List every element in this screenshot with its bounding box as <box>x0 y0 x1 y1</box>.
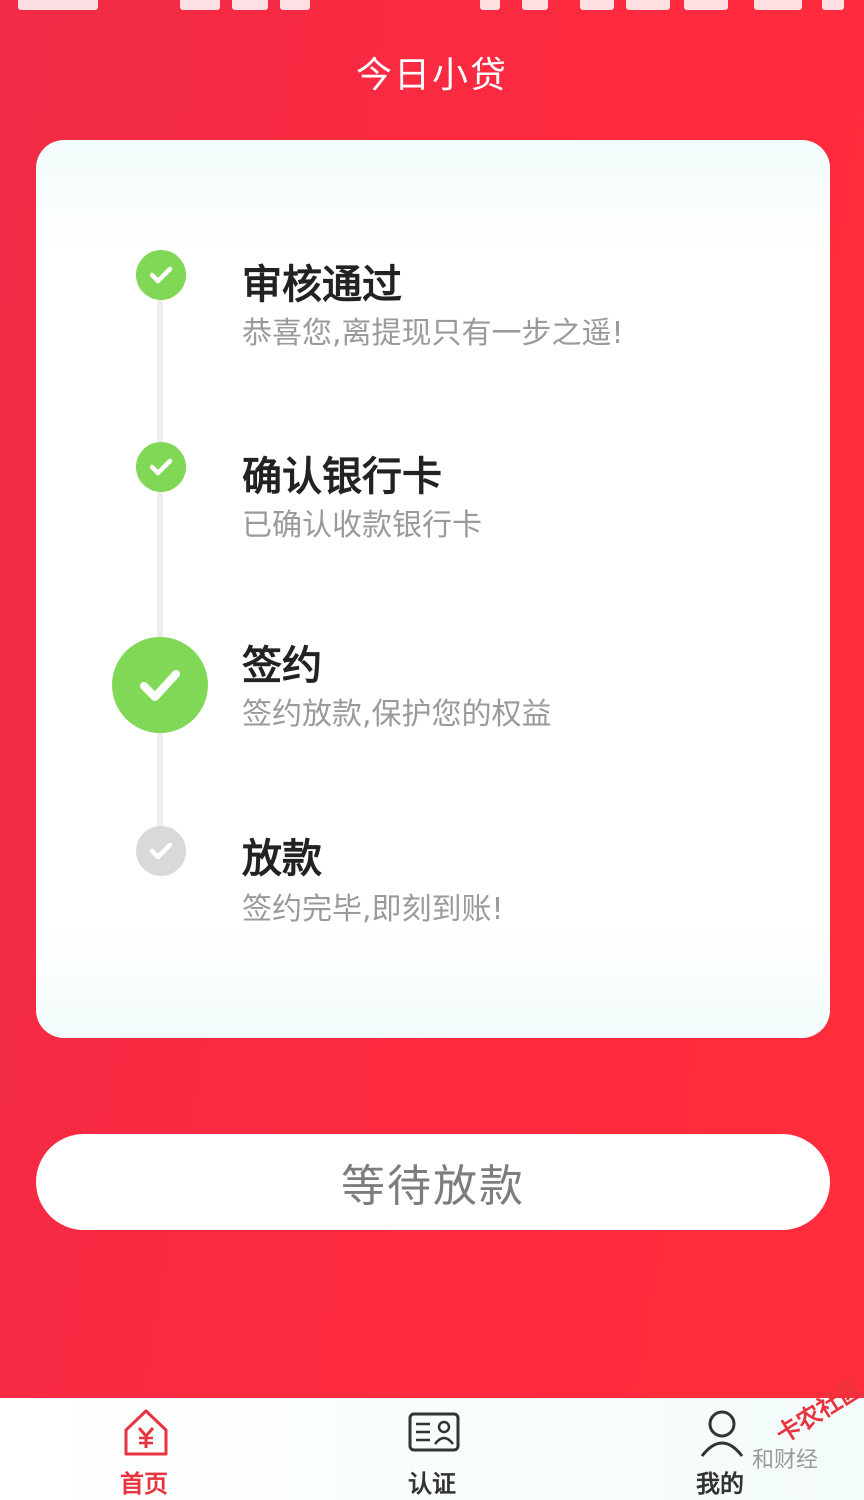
status-battery-icon <box>754 0 802 10</box>
status-signal-icon <box>684 0 728 10</box>
app-title: 今日小贷 <box>355 55 508 96</box>
check-icon <box>136 826 186 876</box>
status-vibrate-icon <box>480 0 500 10</box>
step-title: 签约 <box>242 643 322 689</box>
status-time-glyph <box>18 0 98 10</box>
status-wifi-icon <box>580 0 614 10</box>
step-description: 签约完毕,即刻到账! <box>242 892 504 927</box>
await-disbursement-button[interactable]: 等待放款 <box>36 1134 830 1230</box>
status-alarm-icon <box>522 0 548 10</box>
tab-label: 认证 <box>408 1470 456 1498</box>
status-notification-icon <box>280 0 310 10</box>
step-title: 放款 <box>242 836 322 882</box>
watermark: 和财经 卡农社区 <box>700 1374 864 1498</box>
step-description: 签约放款,保护您的权益 <box>242 697 552 732</box>
check-icon <box>136 442 186 492</box>
timeline-line <box>157 280 163 840</box>
id-card-icon <box>406 1404 462 1460</box>
check-icon <box>136 250 186 300</box>
status-bar <box>0 0 864 18</box>
status-notification-icon <box>180 0 220 10</box>
tab-label: 首页 <box>120 1470 168 1498</box>
tab-verification[interactable]: 认证 <box>362 1398 502 1500</box>
home-yen-icon <box>118 1404 174 1460</box>
step-description: 已确认收款银行卡 <box>242 508 482 543</box>
step-title: 确认银行卡 <box>242 454 442 500</box>
watermark-text: 卡农社区 <box>771 1374 864 1449</box>
step-description: 恭喜您,离提现只有一步之遥! <box>242 316 624 351</box>
progress-card: 审核通过 恭喜您,离提现只有一步之遥! 确认银行卡 已确认收款银行卡 签约 签约… <box>36 140 830 1038</box>
check-icon <box>112 637 208 733</box>
status-signal-icon <box>626 0 670 10</box>
tab-home[interactable]: 首页 <box>74 1398 214 1500</box>
step-title: 审核通过 <box>242 262 402 308</box>
status-battery-text <box>822 0 844 10</box>
status-notification-icon <box>232 0 268 10</box>
